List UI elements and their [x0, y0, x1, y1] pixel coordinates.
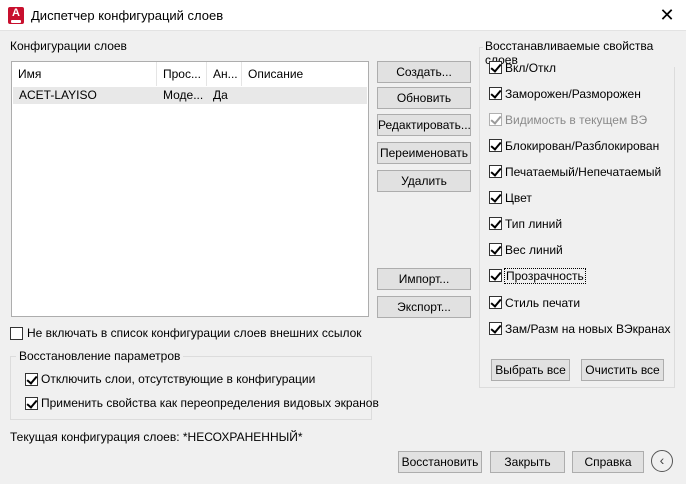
import-button[interactable]: Импорт...	[377, 268, 471, 290]
rename-button[interactable]: Переименовать	[377, 142, 471, 164]
help-button[interactable]: Справка	[572, 451, 644, 473]
export-button[interactable]: Экспорт...	[377, 296, 471, 318]
configs-label: Конфигурации слоев	[10, 39, 127, 53]
restore-button[interactable]: Восстановить	[398, 451, 482, 473]
prop-transparency-label: Прозрачность	[504, 268, 586, 284]
prop-on-off-checkbox[interactable]	[489, 61, 502, 74]
table-row[interactable]: ACET-LAYISO Моде... Да	[13, 87, 367, 104]
column-header-annotative[interactable]: Ан...	[207, 62, 242, 86]
prop-lock-checkbox[interactable]	[489, 139, 502, 152]
prop-plot-label: Печатаемый/Непечатаемый	[505, 165, 662, 179]
prop-lineweight-checkbox[interactable]	[489, 243, 502, 256]
current-config-status: Текущая конфигурация слоев: *НЕСОХРАНЕНН…	[10, 430, 303, 444]
row-name: ACET-LAYISO	[19, 88, 97, 102]
prop-freeze-label: Заморожен/Разморожен	[505, 87, 641, 101]
back-arrow-icon[interactable]: ‹	[651, 450, 673, 472]
app-logo-letter: A	[12, 7, 20, 19]
prop-transparency-checkbox[interactable]	[489, 269, 502, 282]
prop-vp-visibility-checkbox	[489, 113, 502, 126]
row-space: Моде...	[163, 88, 204, 102]
turn-off-layers-label: Отключить слои, отсутствующие в конфигур…	[41, 372, 316, 386]
prop-plotstyle-checkbox[interactable]	[489, 296, 502, 309]
app-logo-icon: A	[8, 7, 24, 24]
exclude-xref-label: Не включать в список конфигурации слоев …	[27, 326, 362, 340]
restore-options-label: Восстановление параметров	[16, 349, 184, 363]
restore-options-frame	[10, 356, 372, 420]
title-bar: A Диспетчер конфигураций слоев ✕	[0, 0, 686, 31]
prop-linetype-label: Тип линий	[505, 217, 563, 231]
exclude-xref-checkbox[interactable]	[10, 327, 23, 340]
prop-lineweight-label: Вес линий	[505, 243, 563, 257]
prop-color-checkbox[interactable]	[489, 191, 502, 204]
close-icon[interactable]: ✕	[654, 3, 680, 27]
prop-color-label: Цвет	[505, 191, 532, 205]
prop-freeze-checkbox[interactable]	[489, 87, 502, 100]
prop-plot-checkbox[interactable]	[489, 165, 502, 178]
prop-plotstyle-label: Стиль печати	[505, 296, 581, 310]
prop-vp-visibility-label: Видимость в текущем ВЭ	[505, 113, 648, 127]
prop-new-vp-freeze-label: Зам/Разм на новых ВЭкранах	[505, 322, 671, 336]
window-title: Диспетчер конфигураций слоев	[31, 8, 224, 23]
prop-on-off-label: Вкл/Откл	[505, 61, 556, 75]
select-all-button[interactable]: Выбрать все	[491, 359, 570, 381]
delete-button[interactable]: Удалить	[377, 170, 471, 192]
prop-new-vp-freeze-checkbox[interactable]	[489, 322, 502, 335]
create-button[interactable]: Создать...	[377, 61, 471, 83]
configs-list[interactable]: Имя Прос... Ан... Описание ACET-LAYISO М…	[11, 61, 369, 317]
update-button[interactable]: Обновить	[377, 87, 471, 109]
prop-lock-label: Блокирован/Разблокирован	[505, 139, 660, 153]
apply-overrides-checkbox[interactable]	[25, 397, 38, 410]
column-header-name[interactable]: Имя	[12, 62, 157, 86]
column-header-description[interactable]: Описание	[242, 62, 368, 86]
prop-linetype-checkbox[interactable]	[489, 217, 502, 230]
row-annotative: Да	[213, 88, 228, 102]
clear-all-button[interactable]: Очистить все	[581, 359, 664, 381]
apply-overrides-label: Применить свойства как переопределения в…	[41, 396, 379, 410]
turn-off-layers-checkbox[interactable]	[25, 373, 38, 386]
column-header-space[interactable]: Прос...	[157, 62, 207, 86]
edit-button[interactable]: Редактировать...	[377, 114, 471, 136]
close-button[interactable]: Закрыть	[490, 451, 565, 473]
row-description	[242, 87, 248, 104]
